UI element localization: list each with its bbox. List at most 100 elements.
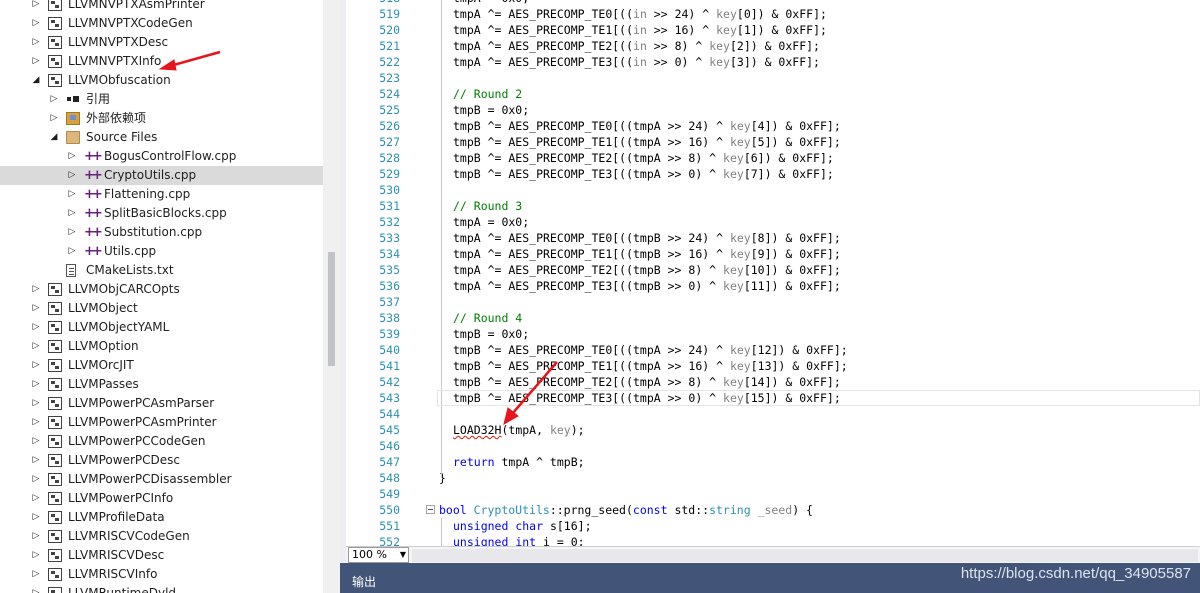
collapsed-arrow-icon[interactable]: ▷ [66, 147, 78, 166]
collapsed-arrow-icon[interactable]: ▷ [30, 52, 42, 71]
code-line[interactable]: 540 tmpB ^= AES_PRECOMP_TE0[((tmpA >> 24)… [346, 342, 1200, 358]
collapsed-arrow-icon[interactable]: ▷ [30, 451, 42, 470]
tree-item[interactable]: ▷ Flattening.cpp [0, 185, 323, 204]
tree-item[interactable]: ▷ LLVMRISCVDesc [0, 546, 323, 565]
code-line[interactable]: 541 tmpB ^= AES_PRECOMP_TE1[((tmpA >> 16)… [346, 358, 1200, 374]
code-line[interactable]: 524 // Round 2 [346, 86, 1200, 102]
tree-item[interactable]: ◢ LLVMObfuscation [0, 71, 323, 90]
code-line[interactable]: 537 [346, 294, 1200, 310]
tree-item[interactable]: ▷ LLVMPowerPCDesc [0, 451, 323, 470]
code-line[interactable]: 533 tmpA ^= AES_PRECOMP_TE0[((tmpB >> 24)… [346, 230, 1200, 246]
tree-item[interactable]: ▷ 外部依赖项 [0, 109, 323, 128]
tree-item[interactable]: ▷ LLVMNVPTXAsmPrinter [0, 0, 323, 14]
tree-item[interactable]: ▷ LLVMNVPTXDesc [0, 33, 323, 52]
collapsed-arrow-icon[interactable]: ▷ [30, 432, 42, 451]
tree-item[interactable]: ▷ LLVMPowerPCDisassembler [0, 470, 323, 489]
tree-item[interactable]: ▷ CryptoUtils.cpp [0, 166, 323, 185]
collapsed-arrow-icon[interactable]: ▷ [30, 280, 42, 299]
code-line[interactable]: 536 tmpA ^= AES_PRECOMP_TE3[((tmpB >> 0) … [346, 278, 1200, 294]
tree-item[interactable]: CMakeLists.txt [0, 261, 323, 280]
collapsed-arrow-icon[interactable]: ▷ [30, 33, 42, 52]
explorer-scrollbar[interactable] [323, 0, 340, 593]
code-line[interactable]: 528 tmpB ^= AES_PRECOMP_TE2[((tmpA >> 8) … [346, 150, 1200, 166]
code-line[interactable]: 544 [346, 406, 1200, 422]
fold-toggle-icon[interactable] [426, 505, 435, 514]
code-line[interactable]: 530 [346, 182, 1200, 198]
collapsed-arrow-icon[interactable]: ▷ [30, 394, 42, 413]
code-line[interactable]: 539 tmpB = 0x0; [346, 326, 1200, 342]
collapsed-arrow-icon[interactable]: ▷ [66, 166, 78, 185]
tree-item[interactable]: ▷ LLVMPowerPCAsmParser [0, 394, 323, 413]
code-line[interactable]: 538 // Round 4 [346, 310, 1200, 326]
collapsed-arrow-icon[interactable]: ▷ [30, 337, 42, 356]
collapsed-arrow-icon[interactable]: ▷ [30, 413, 42, 432]
code-line[interactable]: 545 LOAD32H(tmpA, key); [346, 422, 1200, 438]
code-line[interactable]: 520 tmpA ^= AES_PRECOMP_TE1[((in >> 16) ^… [346, 22, 1200, 38]
expanded-arrow-icon[interactable]: ◢ [48, 128, 60, 147]
tree-item[interactable]: ▷ LLVMPowerPCInfo [0, 489, 323, 508]
tree-item[interactable]: ▷ LLVMOption [0, 337, 323, 356]
collapsed-arrow-icon[interactable]: ▷ [48, 109, 60, 128]
tree-item[interactable]: ◢ Source Files [0, 128, 323, 147]
collapsed-arrow-icon[interactable]: ▷ [30, 565, 42, 584]
tree-item[interactable]: ▷ LLVMObjectYAML [0, 318, 323, 337]
collapsed-arrow-icon[interactable]: ▷ [30, 356, 42, 375]
code-line[interactable]: 534 tmpA ^= AES_PRECOMP_TE1[((tmpB >> 16)… [346, 246, 1200, 262]
tree-item[interactable]: ▷ LLVMPowerPCAsmPrinter [0, 413, 323, 432]
collapsed-arrow-icon[interactable]: ▷ [30, 299, 42, 318]
collapsed-arrow-icon[interactable]: ▷ [30, 318, 42, 337]
tree-item[interactable]: ▷ LLVMPasses [0, 375, 323, 394]
code-line[interactable]: 521 tmpA ^= AES_PRECOMP_TE2[((in >> 8) ^ … [346, 38, 1200, 54]
collapsed-arrow-icon[interactable]: ▷ [66, 223, 78, 242]
code-line[interactable]: 548} [346, 470, 1200, 486]
tree-item[interactable]: ▷ LLVMNVPTXInfo [0, 52, 323, 71]
collapsed-arrow-icon[interactable]: ▷ [66, 185, 78, 204]
code-line[interactable]: 550 bool CryptoUtils::prng_seed(const std… [346, 502, 1200, 518]
tree-item[interactable]: ▷ BogusControlFlow.cpp [0, 147, 323, 166]
collapsed-arrow-icon[interactable]: ▷ [30, 527, 42, 546]
zoom-dropdown[interactable]: 100 % ▼ [348, 547, 409, 563]
collapsed-arrow-icon[interactable]: ▷ [30, 375, 42, 394]
code-line[interactable]: 547 return tmpA ^ tmpB; [346, 454, 1200, 470]
code-line[interactable]: 527 tmpB ^= AES_PRECOMP_TE1[((tmpA >> 16)… [346, 134, 1200, 150]
collapsed-arrow-icon[interactable]: ▷ [30, 0, 42, 14]
code-line[interactable]: 526 tmpB ^= AES_PRECOMP_TE0[((tmpA >> 24)… [346, 118, 1200, 134]
collapsed-arrow-icon[interactable]: ▷ [66, 204, 78, 223]
tree-item[interactable]: ▷ LLVMRISCVCodeGen [0, 527, 323, 546]
tree-item[interactable]: ▷ LLVMObject [0, 299, 323, 318]
code-line[interactable]: 519 tmpA ^= AES_PRECOMP_TE0[((in >> 24) ^… [346, 6, 1200, 22]
code-line[interactable]: 522 tmpA ^= AES_PRECOMP_TE3[((in >> 0) ^ … [346, 54, 1200, 70]
tree-item[interactable]: ▷ LLVMOrcJIT [0, 356, 323, 375]
tree-item[interactable]: ▷ LLVMNVPTXCodeGen [0, 14, 323, 33]
collapsed-arrow-icon[interactable]: ▷ [30, 470, 42, 489]
code-line[interactable]: 542 tmpB ^= AES_PRECOMP_TE2[((tmpA >> 8) … [346, 374, 1200, 390]
collapsed-arrow-icon[interactable]: ▷ [30, 546, 42, 565]
collapsed-arrow-icon[interactable]: ▷ [30, 584, 42, 593]
collapsed-arrow-icon[interactable]: ▷ [48, 90, 60, 109]
code-line[interactable]: 525 tmpB = 0x0; [346, 102, 1200, 118]
code-line[interactable]: 551 unsigned char s[16]; [346, 518, 1200, 534]
collapsed-arrow-icon[interactable]: ▷ [66, 242, 78, 261]
horizontal-scrollbar[interactable] [412, 549, 1198, 562]
code-line[interactable]: 535 tmpA ^= AES_PRECOMP_TE2[((tmpB >> 8) … [346, 262, 1200, 278]
tree-item[interactable]: ▷ LLVMRISCVInfo [0, 565, 323, 584]
collapsed-arrow-icon[interactable]: ▷ [30, 14, 42, 33]
code-line[interactable]: 546 [346, 438, 1200, 454]
code-line[interactable]: 523 [346, 70, 1200, 86]
tree-item[interactable]: ▷ LLVMObjCARCOpts [0, 280, 323, 299]
tree-item[interactable]: ▷ 引用 [0, 90, 323, 109]
code-line[interactable]: 529 tmpB ^= AES_PRECOMP_TE3[((tmpA >> 0) … [346, 166, 1200, 182]
collapsed-arrow-icon[interactable]: ▷ [30, 508, 42, 527]
collapsed-arrow-icon[interactable]: ▷ [30, 489, 42, 508]
tree-item[interactable]: ▷ LLVMProfileData [0, 508, 323, 527]
explorer-scrollbar-thumb[interactable] [328, 252, 335, 366]
tree-item[interactable]: ▷ Utils.cpp [0, 242, 323, 261]
tree-item[interactable]: ▷ LLVMPowerPCCodeGen [0, 432, 323, 451]
tree-item[interactable]: ▷ LLVMRuntimeDyld [0, 584, 323, 593]
code-line[interactable]: 531 // Round 3 [346, 198, 1200, 214]
code-line[interactable]: 549 [346, 486, 1200, 502]
tree-item[interactable]: ▷ Substitution.cpp [0, 223, 323, 242]
tree-item[interactable]: ▷ SplitBasicBlocks.cpp [0, 204, 323, 223]
code-line[interactable]: 532 tmpA = 0x0; [346, 214, 1200, 230]
expanded-arrow-icon[interactable]: ◢ [30, 71, 42, 90]
